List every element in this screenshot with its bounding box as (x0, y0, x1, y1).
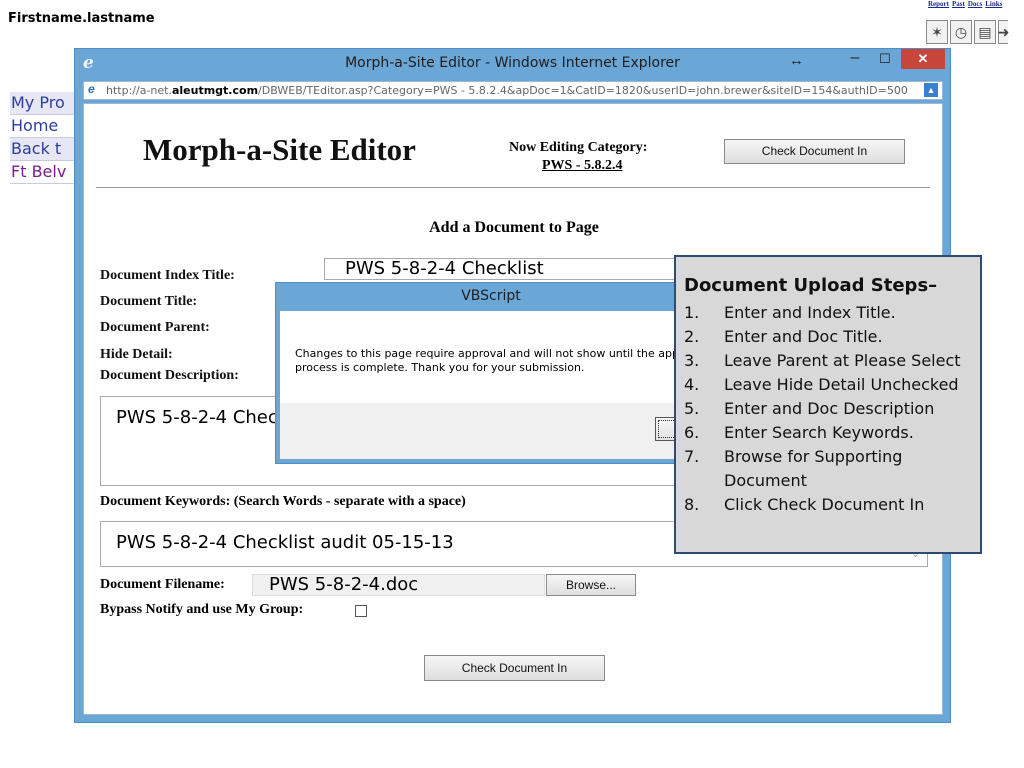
maximize-button[interactable]: ☐ (870, 49, 900, 71)
left-nav: My Pro Home Back t Ft Belv (10, 92, 80, 184)
address-url[interactable]: http://a-net.aleutmgt.com/DBWEB/TEditor.… (106, 84, 912, 97)
step-item: 6. Enter Search Keywords. (684, 423, 914, 442)
keywords-label: Document Keywords: (Search Words - separ… (100, 494, 466, 509)
step-item: 8. Click Check Document In (684, 495, 925, 514)
check-document-in-button-top[interactable]: Check Document In (724, 139, 905, 164)
hide-detail-label: Hide Detail: (100, 347, 173, 362)
compatibility-view-icon[interactable]: ▲ (924, 83, 938, 97)
top-toolbar-icons: ✶ ◷ ▤ ➜ (926, 20, 1009, 44)
window-titlebar[interactable]: e Morph-a-Site Editor - Windows Internet… (75, 49, 950, 79)
docs-link[interactable]: Docs (968, 0, 982, 8)
page-icon: e (88, 82, 95, 96)
dialog-title: VBScript (461, 288, 521, 304)
clock-icon[interactable]: ◷ (950, 20, 972, 44)
index-title-label: Document Index Title: (100, 268, 235, 283)
steps-list: 1. Enter and Index Title. 2. Enter and Doc… (684, 301, 961, 517)
arrows-icon[interactable]: ➜ (998, 20, 1009, 44)
index-title-input[interactable]: PWS 5-8-2-4 Checklist (324, 258, 684, 280)
page-title: Morph-a-Site Editor (143, 132, 416, 167)
step-item: 5. Enter and Doc Description (684, 399, 935, 418)
bypass-notify-checkbox[interactable] (355, 605, 367, 617)
bugfix-icon[interactable]: ✶ (926, 20, 948, 44)
nav-my-profile[interactable]: My Pro (10, 92, 80, 115)
nav-home[interactable]: Home (10, 115, 80, 138)
check-document-in-button[interactable]: Check Document In (424, 655, 605, 681)
upload-steps-callout: Document Upload Steps– 1. Enter and Index… (674, 255, 982, 554)
step-item: 4. Leave Hide Detail Unchecked (684, 375, 959, 394)
dialog-message: Changes to this page require approval an… (295, 347, 707, 374)
step-item: 7. Browse for Supporting (684, 447, 903, 466)
close-window-button[interactable]: ✕ (901, 49, 945, 69)
bypass-notify-label: Bypass Notify and use My Group: (100, 602, 304, 617)
steps-heading: Document Upload Steps– (684, 275, 938, 296)
step-item: 3. Leave Parent at Please Select (684, 351, 961, 370)
address-bar[interactable]: e http://a-net.aleutmgt.com/DBWEB/TEdito… (83, 81, 943, 100)
section-title: Add a Document to Page (429, 219, 599, 236)
now-editing-category[interactable]: PWS - 5.8.2.4 (542, 158, 623, 174)
doc-title-label: Document Title: (100, 294, 198, 309)
keywords-value: PWS 5-8-2-4 Checklist audit 05-15-13 (116, 532, 454, 553)
nav-ft-belvoir[interactable]: Ft Belv (10, 161, 80, 184)
window-title: Morph-a-Site Editor - Windows Internet E… (345, 55, 680, 71)
nav-back[interactable]: Back t (10, 138, 80, 161)
report-link[interactable]: Report (928, 0, 949, 8)
resize-icon[interactable]: ↔ (789, 52, 804, 69)
user-name: Firstname.lastname (8, 11, 155, 26)
now-editing-label: Now Editing Category: (509, 140, 648, 155)
step-item: 1. Enter and Index Title. (684, 303, 896, 322)
step-item: 2. Enter and Doc Title. (684, 327, 883, 346)
document-icon[interactable]: ▤ (974, 20, 996, 44)
browse-button[interactable]: Browse... (546, 574, 636, 596)
links-link[interactable]: Links (985, 0, 1002, 8)
filename-input[interactable]: PWS 5-8-2-4.doc (252, 574, 545, 596)
description-label: Document Description: (100, 368, 239, 383)
header-divider (96, 187, 930, 188)
minimize-button[interactable]: – (840, 49, 870, 71)
filename-label: Document Filename: (100, 577, 225, 592)
past-link[interactable]: Past (952, 0, 965, 8)
top-links: Report Past Docs Links (928, 0, 1005, 8)
step-item: Document (724, 471, 807, 490)
parent-label: Document Parent: (100, 320, 210, 335)
